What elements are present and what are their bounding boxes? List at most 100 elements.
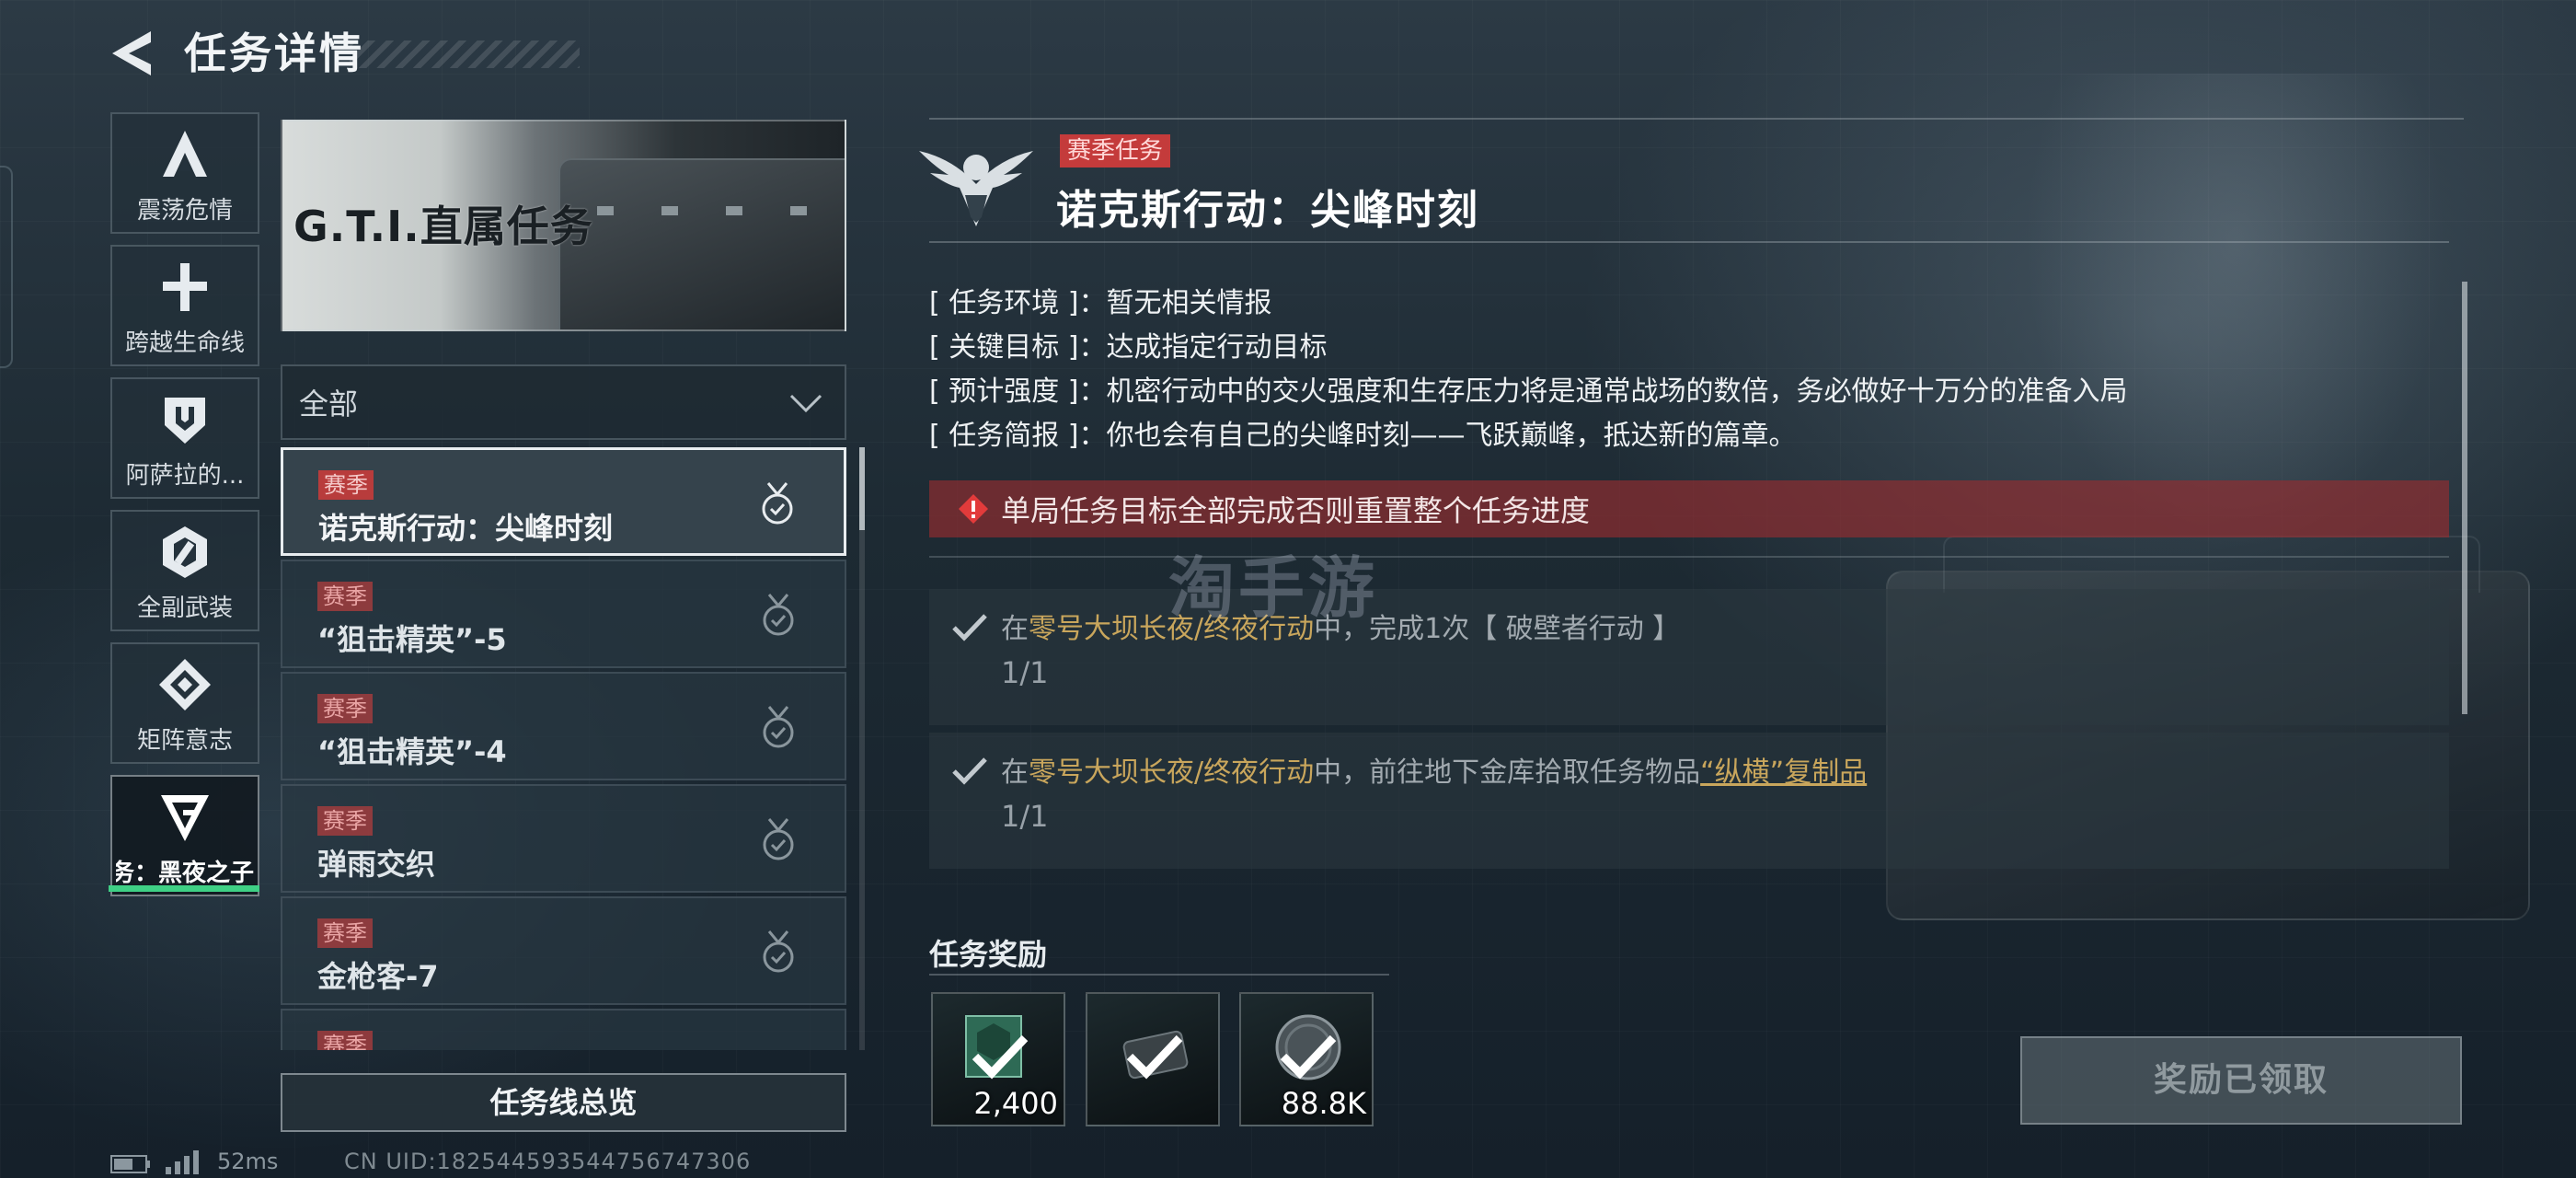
signal-icon bbox=[166, 1150, 199, 1174]
mission-line-banner: G.T.I.直属任务 bbox=[281, 120, 846, 331]
mission-list-scroll-thumb[interactable] bbox=[859, 447, 865, 530]
category-tab-6-active[interactable]: 务：黑夜之子 bbox=[110, 775, 259, 896]
objective-action: 中，前往地下金库拾取任务物品 bbox=[1314, 756, 1701, 789]
info-value: 机密行动中的交火强度和生存压力将是通常战场的数倍，务必做好十万分的准备入局 bbox=[1106, 375, 2128, 408]
reward-item-xp[interactable]: 2,400 bbox=[931, 992, 1065, 1126]
check-icon bbox=[972, 1034, 1029, 1080]
mission-line-overview-button[interactable]: 任务线总览 bbox=[281, 1073, 846, 1132]
category-label: 矩阵意志 bbox=[136, 727, 233, 755]
detail-scrollbar[interactable] bbox=[2462, 282, 2467, 714]
medal-check-icon bbox=[763, 706, 794, 748]
objective-text: 在零号大坝长夜/终夜行动中，前往地下金库拾取任务物品“纵横”复制品 bbox=[1001, 749, 1867, 790]
mission-name: 弹雨交织 bbox=[317, 847, 436, 882]
medal-check-icon bbox=[762, 482, 793, 525]
watermark-text: 淘手游 bbox=[1168, 549, 1379, 627]
category-tab-1[interactable]: 震荡危情 bbox=[110, 112, 259, 234]
battery-icon bbox=[110, 1155, 150, 1173]
info-environment: [ 任务环境 ]：暂无相关情报 bbox=[929, 280, 1271, 320]
season-tag: 赛季 bbox=[317, 1031, 373, 1050]
info-briefing: [ 任务简报 ]：你也会有自己的尖峰时刻——飞跃巅峰，抵达新的篇章。 bbox=[929, 412, 1796, 453]
detail-top-divider bbox=[929, 118, 2464, 120]
user-uid: CN UID:1825445935447567473​06 bbox=[344, 1149, 752, 1174]
mission-name: 金枪客-7 bbox=[317, 959, 439, 994]
mission-list-item[interactable]: 赛季 金枪客-7 bbox=[281, 896, 846, 1005]
mission-name: “狙击精英”-5 bbox=[317, 622, 507, 657]
objective-location: 零号大坝长夜/终夜行动 bbox=[1029, 756, 1315, 789]
medal-check-icon bbox=[763, 818, 794, 860]
check-icon bbox=[1280, 1034, 1337, 1080]
category-label: 全副武装 bbox=[136, 595, 233, 622]
info-label: [ 关键目标 ]： bbox=[929, 331, 1107, 364]
info-label: [ 预计强度 ]： bbox=[929, 375, 1107, 408]
warning-banner: 单局任务目标全部完成否则重置整个任务进度 bbox=[929, 480, 2449, 537]
mission-list-item[interactable]: 赛季 “狙击精英”-4 bbox=[281, 672, 846, 780]
reward-amount: 88.8K bbox=[1281, 1086, 1366, 1121]
info-value: 达成指定行动目标 bbox=[1106, 331, 1328, 364]
season-mission-badge: 赛季任务 bbox=[1060, 134, 1171, 167]
mission-name: “狙击精英”-4 bbox=[317, 734, 507, 769]
objective-item: 在零号大坝长夜/终夜行动中，完成1次【 破壁者行动 】 1/1 bbox=[929, 589, 2449, 725]
category-tab-2[interactable]: 跨越生命线 bbox=[110, 245, 259, 366]
ping-readout: 52ms bbox=[217, 1149, 279, 1174]
season-tag: 赛季 bbox=[317, 582, 373, 611]
reward-amount: 2,400 bbox=[973, 1086, 1058, 1121]
category-label: 震荡危情 bbox=[136, 197, 233, 225]
category-label: 务：黑夜之子 bbox=[116, 860, 254, 887]
season-tag: 赛季 bbox=[318, 470, 374, 500]
mission-list-item[interactable]: 赛季 “狙击精英”-5 bbox=[281, 560, 846, 668]
mission-list-item[interactable]: 赛季 bbox=[281, 1009, 846, 1050]
season-tag: 赛季 bbox=[317, 694, 373, 723]
season-tag: 赛季 bbox=[317, 806, 373, 836]
reward-divider bbox=[929, 974, 1389, 976]
detail-header-divider bbox=[929, 241, 2449, 243]
back-arrow-icon[interactable] bbox=[109, 28, 156, 79]
side-drawer-handle[interactable] bbox=[0, 166, 13, 368]
objective-progress: 1/1 bbox=[1001, 655, 1049, 690]
shield-icon bbox=[165, 398, 205, 444]
hex-emblem-icon bbox=[163, 526, 207, 578]
objective-prefix: 在 bbox=[1001, 613, 1029, 645]
season-tag: 赛季 bbox=[317, 918, 373, 948]
reward-item-device[interactable] bbox=[1086, 992, 1220, 1126]
mission-list[interactable]: 赛季 诺克斯行动：尖峰时刻 赛季 “狙击精英”-5 赛季 “狙击精英”-4 赛季… bbox=[281, 447, 846, 1050]
mission-name: 诺克斯行动：尖峰时刻 bbox=[318, 511, 614, 546]
category-tab-4[interactable]: 全副武装 bbox=[110, 510, 259, 631]
check-icon bbox=[1126, 1034, 1183, 1080]
reward-item-currency[interactable]: 88.8K bbox=[1239, 992, 1374, 1126]
objectives-divider bbox=[929, 556, 2449, 558]
mission-list-item[interactable]: 赛季 弹雨交织 bbox=[281, 784, 846, 893]
reward-section-label: 任务奖励 bbox=[929, 937, 1048, 972]
objective-progress: 1/1 bbox=[1001, 799, 1049, 834]
mission-detail-title: 诺克斯行动：尖峰时刻 bbox=[1056, 187, 1479, 234]
info-value: 你也会有自己的尖峰时刻——飞跃巅峰，抵达新的篇章。 bbox=[1106, 420, 1797, 452]
chevron-down-icon bbox=[789, 394, 822, 413]
title-decoration bbox=[350, 40, 580, 68]
page-title: 任务详情 bbox=[184, 29, 364, 78]
category-tab-5[interactable]: 矩阵意志 bbox=[110, 642, 259, 764]
banner-title: G.T.I.直属任务 bbox=[293, 202, 593, 251]
mission-list-item-active[interactable]: 赛季 诺克斯行动：尖峰时刻 bbox=[281, 447, 846, 556]
warning-icon bbox=[959, 494, 988, 524]
medal-check-icon bbox=[763, 594, 794, 636]
category-tab-3[interactable]: 阿萨拉的... bbox=[110, 377, 259, 499]
mission-filter-dropdown[interactable]: 全部 bbox=[281, 364, 846, 440]
objective-item: 在零号大坝长夜/终夜行动中，前往地下金库拾取任务物品“纵横”复制品 1/1 bbox=[929, 733, 2449, 869]
info-difficulty: [ 预计强度 ]：机密行动中的交火强度和生存压力将是通常战场的数倍，务必做好十万… bbox=[929, 368, 2127, 409]
weapon-case-illustration bbox=[558, 158, 845, 329]
filter-selected-value: 全部 bbox=[299, 387, 359, 422]
eagle-emblem-icon bbox=[919, 151, 1033, 226]
objective-item-link[interactable]: “纵横”复制品 bbox=[1700, 756, 1867, 789]
check-icon bbox=[952, 757, 987, 785]
info-label: [ 任务环境 ]： bbox=[929, 287, 1107, 319]
diamond-emblem-icon bbox=[159, 659, 211, 710]
objective-prefix: 在 bbox=[1001, 756, 1029, 789]
active-category-indicator bbox=[109, 885, 259, 892]
a-shape-icon bbox=[163, 131, 207, 177]
g-emblem-icon bbox=[161, 795, 209, 841]
reward-claimed-button[interactable]: 奖励已领取 bbox=[2020, 1036, 2462, 1125]
category-label: 阿萨拉的... bbox=[125, 462, 245, 490]
check-icon bbox=[952, 614, 987, 641]
info-value: 暂无相关情报 bbox=[1106, 287, 1272, 319]
warning-text: 单局任务目标全部完成否则重置整个任务进度 bbox=[1001, 493, 1591, 528]
mission-list-scrollbar[interactable] bbox=[859, 447, 865, 1050]
